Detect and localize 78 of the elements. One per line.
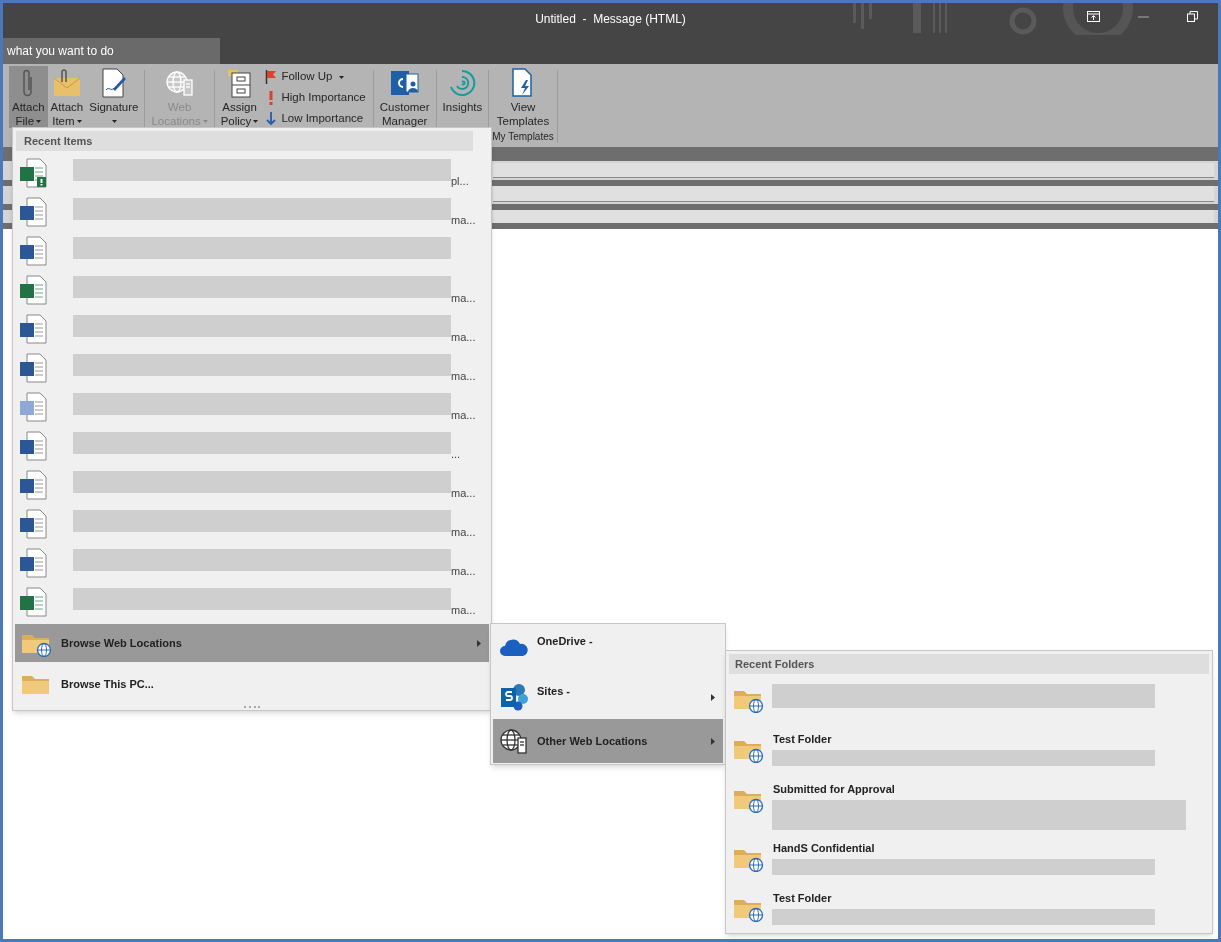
tell-me-field[interactable]: what you want to do [3, 38, 220, 64]
word-document-icon [19, 196, 47, 227]
signed-document-icon [100, 68, 127, 98]
item-path: ma... [451, 291, 476, 306]
word-document-icon [19, 547, 47, 578]
ribbon-button[interactable]: View Templates [493, 66, 553, 128]
word-document-icon [19, 313, 47, 344]
ribbon-button[interactable]: Signature [86, 66, 142, 128]
recent-item[interactable]: pl... [13, 153, 491, 192]
ribbon-button[interactable]: Attach Item [47, 66, 87, 128]
ribbon-button[interactable]: Customer Manager [376, 66, 433, 128]
folder-name: Test Folder [773, 891, 832, 907]
recent-item[interactable]: ma... [13, 582, 491, 621]
excel-document-icon [19, 586, 47, 617]
menu-item[interactable]: Other Web Locations [493, 719, 723, 763]
folder-name: Submitted for Approval [773, 781, 895, 797]
item-path: ma... [451, 486, 476, 501]
template-document-icon [511, 68, 535, 98]
word-document-icon [19, 235, 47, 266]
folder-item[interactable]: Test Folder [726, 723, 1212, 774]
folder-name: HandS Confidential [773, 841, 875, 857]
excel-warning-icon [19, 157, 47, 188]
word-document-icon [19, 469, 47, 500]
word-template-icon [19, 391, 47, 422]
word-document-icon [19, 352, 47, 383]
restore-icon[interactable] [1187, 11, 1198, 22]
recent-item[interactable]: ma... [13, 465, 491, 504]
recent-item[interactable]: ma... [13, 192, 491, 231]
item-path: ma... [451, 564, 476, 579]
folder-item[interactable]: Submitted for Approval [726, 773, 1212, 834]
message-header-field[interactable] [493, 162, 1214, 179]
down-arrow-icon [265, 112, 278, 126]
word-document-icon [19, 508, 47, 539]
menu-item[interactable]: Browse Web Locations [15, 624, 489, 662]
recent-item[interactable]: ma... [13, 348, 491, 387]
recent-item[interactable]: ma... [13, 387, 491, 426]
insights-icon [447, 68, 478, 98]
ribbon-button[interactable]: Follow Up [265, 68, 366, 86]
item-path: ma... [451, 213, 476, 228]
window-title: Untitled - Message (HTML) [535, 11, 686, 28]
envelope-paperclip-icon [52, 68, 81, 98]
item-path: pl... [451, 174, 469, 189]
menu-header: Recent Folders [729, 654, 1209, 674]
item-path: ma... [451, 603, 476, 618]
recent-item[interactable]: ma... [13, 543, 491, 582]
item-path: ma... [451, 369, 476, 384]
cloud-icon [499, 637, 529, 657]
ribbon-button[interactable]: Assign Policy [217, 66, 262, 128]
ribbon-button[interactable]: High Importance [265, 89, 366, 107]
globe-server-icon [164, 68, 195, 98]
folder-item[interactable]: HandS Confidential [726, 833, 1212, 884]
ribbon-button[interactable]: Low Importance [265, 110, 366, 128]
menu-item[interactable]: Browse This PC... [15, 665, 489, 703]
file-cabinet-icon [226, 68, 253, 98]
menu-item[interactable]: Sites - [493, 675, 723, 719]
folder-item[interactable]: Test Folder [726, 883, 1212, 933]
excel-document-icon [19, 274, 47, 305]
ribbon-button[interactable]: Attach File [9, 66, 48, 128]
group-label: My Templates [492, 130, 554, 144]
folder-name: Test Folder [773, 731, 832, 747]
item-path: ... [451, 447, 461, 462]
contact-card-icon [389, 68, 420, 98]
word-document-icon [19, 430, 47, 461]
recent-item[interactable]: ma... [13, 504, 491, 543]
item-path: ma... [451, 525, 476, 540]
recent-item[interactable]: ... [13, 426, 491, 465]
ribbon-display-options-icon[interactable] [1087, 11, 1100, 22]
item-path: ma... [451, 330, 476, 345]
message-header-field[interactable] [493, 186, 1214, 202]
recent-item[interactable]: ma... [13, 309, 491, 348]
menu-header: Recent Items [16, 131, 473, 151]
ribbon-button[interactable]: Insights [439, 66, 486, 128]
sharepoint-icon [499, 682, 529, 712]
item-path: ma... [451, 408, 476, 423]
globe-server-icon [499, 726, 529, 756]
flag-icon [265, 70, 278, 84]
recent-item[interactable]: ma... [13, 270, 491, 309]
menu-item[interactable]: OneDrive - [493, 625, 723, 669]
